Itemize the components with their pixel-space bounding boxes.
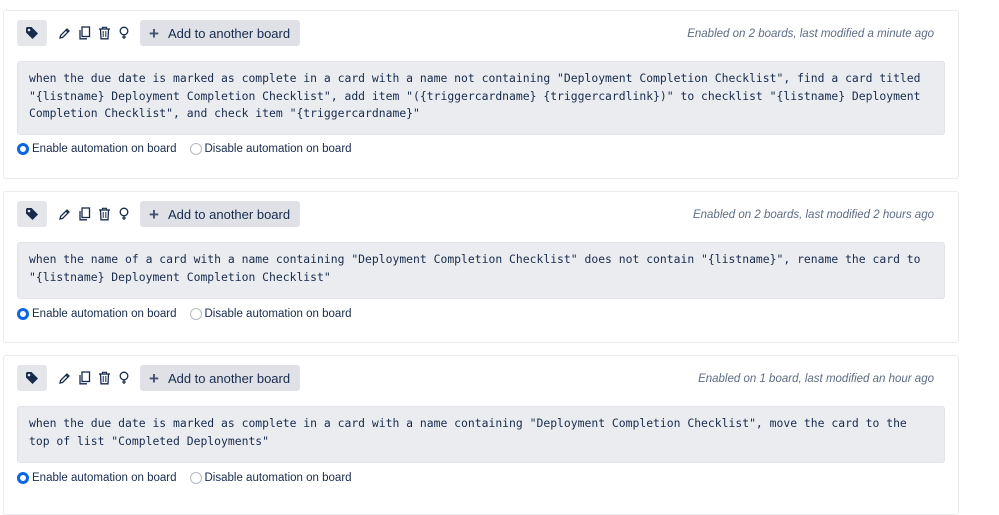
idea-button[interactable]: [115, 20, 133, 46]
add-button-label: Add to another board: [167, 206, 291, 222]
trash-icon: [98, 207, 110, 221]
disable-option[interactable]: Disable automation on board: [189, 472, 352, 484]
disable-label: Disable automation on board: [204, 472, 352, 484]
enable-option[interactable]: Enable automation on board: [17, 472, 177, 484]
copy-button[interactable]: [75, 365, 93, 391]
rule-card: + Add to another board Enabled on 2 boar…: [3, 191, 959, 343]
plus-icon: +: [149, 368, 159, 388]
disable-option[interactable]: Disable automation on board: [189, 143, 352, 155]
enable-option[interactable]: Enable automation on board: [17, 143, 177, 155]
idea-button[interactable]: [115, 201, 133, 227]
edit-button[interactable]: [55, 20, 73, 46]
disable-option[interactable]: Disable automation on board: [189, 308, 352, 320]
copy-icon: [78, 26, 90, 40]
enable-radio[interactable]: [17, 143, 29, 155]
pencil-icon: [58, 372, 70, 384]
disable-label: Disable automation on board: [204, 308, 352, 320]
pencil-icon: [58, 208, 70, 220]
rule-toolbar: + Add to another board: [17, 20, 301, 46]
disable-radio[interactable]: [189, 472, 202, 484]
idea-button[interactable]: [115, 365, 133, 391]
delete-button[interactable]: [95, 365, 113, 391]
automation-toggle: Enable automation on board Disable autom…: [17, 143, 365, 155]
tag-button[interactable]: [17, 201, 47, 227]
delete-button[interactable]: [95, 20, 113, 46]
enable-radio[interactable]: [17, 472, 29, 484]
automation-toggle: Enable automation on board Disable autom…: [17, 472, 365, 484]
enable-label: Enable automation on board: [32, 308, 177, 320]
enable-radio[interactable]: [17, 308, 29, 320]
lightbulb-icon: [119, 371, 129, 384]
rule-toolbar: + Add to another board: [17, 365, 301, 391]
rule-text: when the due date is marked as complete …: [17, 406, 945, 463]
automation-toggle: Enable automation on board Disable autom…: [17, 308, 365, 320]
rule-status: Enabled on 2 boards, last modified 2 hou…: [692, 209, 934, 221]
edit-button[interactable]: [55, 201, 73, 227]
rule-text: when the name of a card with a name cont…: [17, 242, 945, 299]
rule-text: when the due date is marked as complete …: [17, 61, 945, 135]
enable-label: Enable automation on board: [32, 472, 177, 484]
rule-status: Enabled on 2 boards, last modified a min…: [687, 28, 934, 40]
tag-icon: [26, 27, 38, 39]
add-to-another-board-button[interactable]: + Add to another board: [140, 201, 301, 227]
enable-option[interactable]: Enable automation on board: [17, 308, 177, 320]
add-to-another-board-button[interactable]: + Add to another board: [140, 20, 301, 46]
trash-icon: [98, 371, 110, 385]
add-button-label: Add to another board: [167, 370, 291, 386]
lightbulb-icon: [119, 26, 129, 39]
disable-radio[interactable]: [189, 308, 202, 320]
plus-icon: +: [149, 204, 159, 224]
rule-status: Enabled on 1 board, last modified an hou…: [698, 373, 934, 385]
copy-button[interactable]: [75, 201, 93, 227]
lightbulb-icon: [119, 207, 129, 220]
tag-button[interactable]: [17, 20, 47, 46]
tag-button[interactable]: [17, 365, 47, 391]
rule-card: + Add to another board Enabled on 2 boar…: [3, 10, 959, 179]
tag-icon: [26, 208, 38, 220]
add-button-label: Add to another board: [167, 25, 291, 41]
delete-button[interactable]: [95, 201, 113, 227]
pencil-icon: [58, 27, 70, 39]
tag-icon: [26, 372, 38, 384]
rule-card: + Add to another board Enabled on 1 boar…: [3, 355, 959, 515]
trash-icon: [98, 26, 110, 40]
add-to-another-board-button[interactable]: + Add to another board: [140, 365, 301, 391]
plus-icon: +: [149, 23, 159, 43]
enable-label: Enable automation on board: [32, 143, 177, 155]
disable-label: Disable automation on board: [204, 143, 352, 155]
copy-icon: [78, 207, 90, 221]
copy-icon: [78, 371, 90, 385]
edit-button[interactable]: [55, 365, 73, 391]
disable-radio[interactable]: [189, 143, 202, 155]
copy-button[interactable]: [75, 20, 93, 46]
rule-toolbar: + Add to another board: [17, 201, 301, 227]
